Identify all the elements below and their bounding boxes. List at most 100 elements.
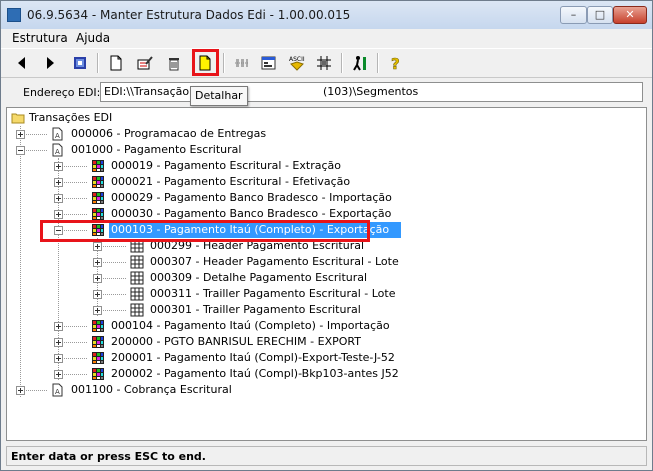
status-text: Enter data or press ESC to end. (11, 450, 206, 463)
delete-button[interactable] (163, 52, 185, 74)
expand-icon[interactable] (54, 354, 63, 363)
tree-item[interactable]: 000104 - Pagamento Itaú (Completo) - Imp… (7, 318, 427, 334)
table-icon (130, 255, 144, 269)
tree-root[interactable]: Transações EDI (11, 110, 211, 126)
tree-item[interactable]: A 000006 - Programacao de Entregas (7, 126, 367, 142)
grid-colored-icon (92, 320, 104, 332)
expand-icon[interactable] (16, 386, 25, 395)
tree-item[interactable]: 000021 - Pagamento Escritural - Efetivaç… (7, 174, 427, 190)
grid-colored-icon (92, 368, 104, 380)
edit-icon (137, 56, 153, 70)
tree-item-label: 000311 - Trailler Pagamento Escritural -… (150, 287, 396, 300)
grid-icon (317, 56, 331, 70)
menu-estrutura[interactable]: Estrutura (12, 31, 68, 45)
svg-text:A: A (55, 148, 60, 156)
properties-button[interactable] (258, 52, 280, 74)
table-icon (130, 287, 144, 301)
maximize-icon: □ (594, 8, 606, 21)
help-button[interactable]: ? (385, 52, 407, 74)
tree-item[interactable]: 000311 - Trailler Pagamento Escritural -… (7, 286, 467, 302)
expand-icon[interactable] (93, 290, 102, 299)
svg-text:A: A (55, 132, 60, 140)
expand-icon[interactable] (93, 242, 102, 251)
exit-button[interactable] (349, 52, 371, 74)
document-icon: A (52, 143, 63, 157)
minimize-button[interactable]: – (560, 6, 587, 24)
expand-icon[interactable] (93, 258, 102, 267)
grid-colored-icon (92, 192, 104, 204)
expand-icon[interactable] (93, 274, 102, 283)
tree-item[interactable]: 000309 - Detalhe Pagamento Escritural (7, 270, 467, 286)
back-button[interactable] (11, 52, 33, 74)
fields-icon (235, 59, 249, 67)
tree-item-label: 000029 - Pagamento Banco Bradesco - Impo… (111, 191, 392, 204)
properties-icon (261, 56, 276, 70)
back-icon (18, 57, 25, 69)
tree-item[interactable]: A 001000 - Pagamento Escritural (7, 142, 367, 158)
ascii-button[interactable]: ASCII (286, 52, 308, 74)
toolbar: ASCII ? (1, 48, 652, 78)
expand-icon[interactable] (54, 338, 63, 347)
toolbar-separator (223, 53, 225, 73)
exit-icon (353, 56, 366, 71)
expand-icon[interactable] (54, 322, 63, 331)
ascii-icon: ASCII (289, 56, 305, 71)
grid-colored-icon (92, 352, 104, 364)
document-icon: A (52, 383, 63, 397)
tree-item-label: 000301 - Trailler Pagamento Escritural (150, 303, 361, 316)
close-icon: ✕ (625, 8, 635, 21)
expand-icon[interactable] (54, 178, 63, 187)
tree-item[interactable]: 000301 - Trailler Pagamento Escritural (7, 302, 467, 318)
tree-view[interactable]: Transações EDI A 000006 - Programacao de… (6, 107, 647, 441)
app-icon (7, 8, 21, 22)
menu-ajuda[interactable]: Ajuda (76, 31, 110, 45)
tree-item-label: 200002 - Pagamento Itaú (Compl)-Bkp103-a… (111, 367, 399, 380)
selected-item-highlight (40, 220, 370, 242)
tree-item[interactable]: 200002 - Pagamento Itaú (Compl)-Bkp103-a… (7, 366, 427, 382)
forward-button[interactable] (39, 52, 61, 74)
tree-item-label: 200001 - Pagamento Itaú (Compl)-Export-T… (111, 351, 395, 364)
tree-item-label: 200000 - PGTO BANRISUL ERECHIM - EXPORT (111, 335, 361, 348)
collapse-icon[interactable] (16, 146, 25, 155)
grid-colored-icon (92, 208, 104, 220)
toolbar-separator (377, 53, 379, 73)
tree-item[interactable]: 200000 - PGTO BANRISUL ERECHIM - EXPORT (7, 334, 427, 350)
expand-icon[interactable] (54, 162, 63, 171)
main-window: 06.9.5634 - Manter Estrutura Dados Edi -… (0, 0, 653, 471)
book-button[interactable] (69, 52, 91, 74)
tooltip: Detalhar (190, 86, 248, 106)
expand-icon[interactable] (16, 130, 25, 139)
expand-icon[interactable] (54, 370, 63, 379)
tree-item[interactable]: 000019 - Pagamento Escritural - Extração (7, 158, 427, 174)
tree-item[interactable]: 000307 - Header Pagamento Escritural - L… (7, 254, 467, 270)
expand-icon[interactable] (54, 210, 63, 219)
tree-item-label: 001000 - Pagamento Escritural (71, 143, 242, 156)
tree-item[interactable]: 000029 - Pagamento Banco Bradesco - Impo… (7, 190, 427, 206)
menu-bar: Estrutura Ajuda (1, 29, 652, 47)
tree-item-label: 000021 - Pagamento Escritural - Efetivaç… (111, 175, 351, 188)
address-field[interactable]: EDI:\\Transação(10 (103)\Segmentos (100, 82, 643, 102)
toolbar-separator (341, 53, 343, 73)
maximize-button[interactable]: □ (587, 6, 613, 24)
tree-item-label: 000019 - Pagamento Escritural - Extração (111, 159, 341, 172)
grid-colored-icon (92, 176, 104, 188)
expand-icon[interactable] (93, 306, 102, 315)
tree-item-label: 000309 - Detalhe Pagamento Escritural (150, 271, 368, 284)
detail-button-highlight (192, 49, 219, 76)
tree-item[interactable]: 200001 - Pagamento Itaú (Compl)-Export-T… (7, 350, 427, 366)
forward-icon (47, 57, 54, 69)
close-button[interactable]: ✕ (613, 6, 647, 24)
address-value-tail: (103)\Segmentos (323, 85, 419, 98)
minimize-icon: – (570, 8, 577, 21)
new-icon (110, 55, 122, 71)
edit-button[interactable] (134, 52, 156, 74)
tree-item[interactable]: A 001100 - Cobrança Escritural (7, 382, 367, 398)
grid-button[interactable] (313, 52, 335, 74)
title-bar: 06.9.5634 - Manter Estrutura Dados Edi -… (1, 1, 652, 30)
new-button[interactable] (105, 52, 127, 74)
tree-item-label: 001100 - Cobrança Escritural (71, 383, 232, 396)
grid-colored-icon (92, 160, 104, 172)
fields-button[interactable] (231, 52, 253, 74)
window-title: 06.9.5634 - Manter Estrutura Dados Edi -… (27, 8, 351, 22)
expand-icon[interactable] (54, 194, 63, 203)
